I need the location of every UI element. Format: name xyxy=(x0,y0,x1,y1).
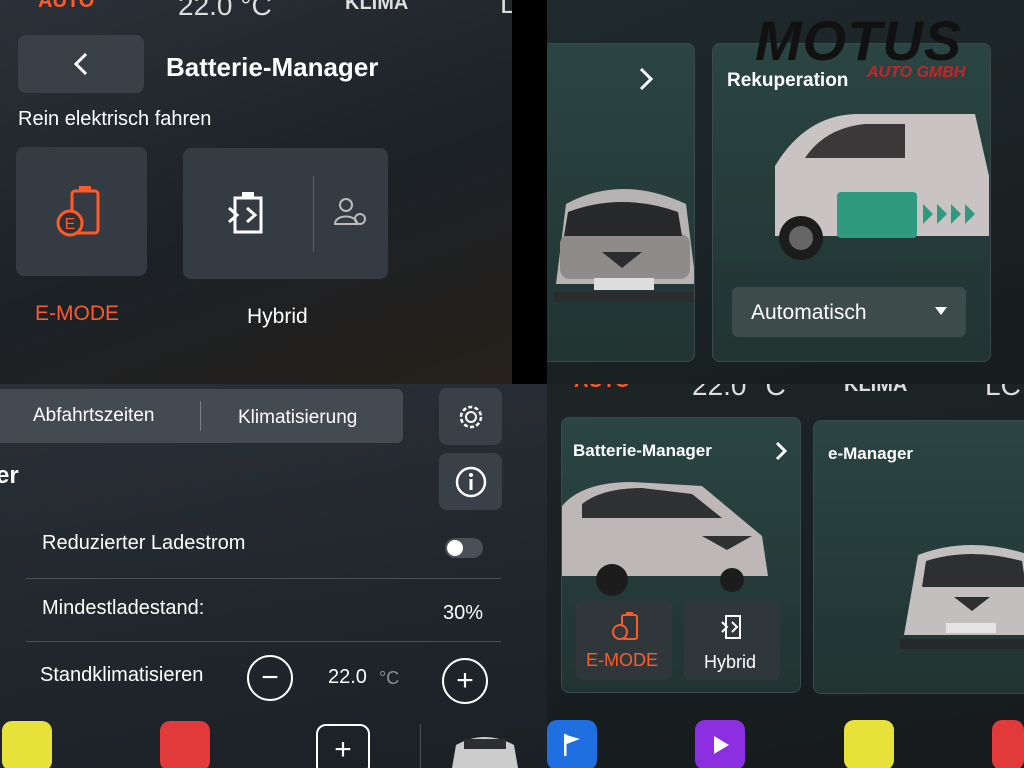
gear-icon xyxy=(459,405,482,428)
hybrid-tile[interactable]: Hybrid xyxy=(684,600,780,680)
e-manager-card[interactable]: e-Manager xyxy=(813,420,1024,694)
section-subtitle: Rein elektrisch fahren xyxy=(18,108,212,130)
e-mode-label: E-MODE xyxy=(586,650,658,670)
e-mode-tile[interactable]: E-MODE xyxy=(576,600,672,680)
hybrid-label: Hybrid xyxy=(704,652,757,672)
info-icon xyxy=(455,466,486,497)
recuperation-dropdown[interactable]: Automatisch xyxy=(732,287,966,337)
plus-icon: + xyxy=(334,733,352,766)
temp-unit: °C xyxy=(379,668,400,688)
card-title: e-Manager xyxy=(828,444,914,463)
climate-auto-label: AUTO xyxy=(574,384,630,393)
reduced-charge-label: Reduzierter Ladestrom xyxy=(42,532,246,554)
min-charge-label: Mindestladestand: xyxy=(42,597,205,619)
e-mode-tile[interactable]: E xyxy=(16,147,147,276)
car-front-image xyxy=(900,545,1024,649)
reduced-charge-toggle[interactable] xyxy=(445,538,483,558)
preclimatisation-label: Standklimatisieren xyxy=(40,664,204,686)
user-settings-icon[interactable] xyxy=(333,196,369,230)
add-shortcut-button[interactable]: + xyxy=(316,724,370,768)
min-charge-value[interactable]: 30% xyxy=(443,602,483,625)
messages-app-icon[interactable] xyxy=(992,720,1024,768)
preclimatisation-value: 22.0 xyxy=(328,666,367,688)
battery-manager-card[interactable]: Batterie-Manager E-MODE Hybrid xyxy=(561,417,801,693)
dropdown-value: Automatisch xyxy=(751,301,867,324)
car-side-image xyxy=(775,114,989,260)
info-button[interactable] xyxy=(439,453,502,510)
tile-divider xyxy=(313,176,314,252)
section-title-partial: er xyxy=(0,462,19,489)
dropdown-arrow-icon xyxy=(935,307,947,315)
recuperation-title: Rekuperation xyxy=(727,70,849,91)
play-icon xyxy=(714,736,729,754)
home-screen: AUTO 22.0 °C KLIMA LC Batterie-Manager E… xyxy=(547,384,1024,768)
recuperation-screen: Rekuperation Automatisch MOTUS AUTO GMBH xyxy=(547,0,1024,384)
tab-bar: Abfahrtszeiten Klimatisierung xyxy=(0,389,403,443)
increase-temp-button[interactable]: + xyxy=(442,658,488,704)
media-app-icon[interactable] xyxy=(695,720,745,768)
recuperation-card[interactable]: Rekuperation Automatisch xyxy=(712,43,991,362)
climate-label[interactable]: KLIMA xyxy=(844,384,907,397)
watermark-sub: AUTO GMBH xyxy=(867,64,966,81)
e-mode-label: E-MODE xyxy=(35,302,119,325)
plus-icon: + xyxy=(456,664,474,697)
settings-button[interactable] xyxy=(439,388,502,445)
navigation-app-icon[interactable] xyxy=(547,720,597,768)
hybrid-tile[interactable] xyxy=(183,148,388,279)
tab-departure-times[interactable]: Abfahrtszeiten xyxy=(33,405,154,427)
chevron-left-icon xyxy=(73,52,88,76)
car-home-icon[interactable] xyxy=(450,729,520,768)
back-button[interactable] xyxy=(18,35,144,93)
phone-app-icon[interactable] xyxy=(844,720,894,768)
flag-icon xyxy=(564,734,580,756)
decrease-temp-button[interactable]: − xyxy=(247,655,293,701)
card-title: Batterie-Manager xyxy=(573,441,712,460)
tab-climatisation[interactable]: Klimatisierung xyxy=(238,407,357,429)
battery-manager-screen: AUTO 22.0 °C KLIMA LC Batterie-Manager R… xyxy=(0,0,512,384)
tab-divider xyxy=(200,401,201,431)
svg-text:E: E xyxy=(65,216,76,233)
car-image xyxy=(562,482,768,596)
chevron-right-icon xyxy=(775,441,788,461)
phone-app-icon[interactable] xyxy=(2,721,52,768)
chevron-right-icon[interactable] xyxy=(638,66,654,92)
left-card[interactable] xyxy=(547,43,695,362)
divider xyxy=(26,578,501,579)
toggle-knob xyxy=(447,540,463,556)
status-right: LC xyxy=(985,384,1021,401)
divider xyxy=(26,641,501,642)
hybrid-label: Hybrid xyxy=(247,305,308,328)
climate-label[interactable]: KLIMA xyxy=(345,0,408,15)
e-mode-battery-icon xyxy=(612,612,638,640)
car-front-image xyxy=(554,189,694,302)
temperature-readout[interactable]: 22.0 °C xyxy=(178,0,272,22)
messages-app-icon[interactable] xyxy=(160,721,210,768)
charging-settings-screen: Abfahrtszeiten Klimatisierung er Reduzie… xyxy=(0,384,547,768)
temperature-readout[interactable]: 22.0 °C xyxy=(692,384,786,402)
climate-auto-label: AUTO xyxy=(38,0,95,12)
status-bar: AUTO 22.0 °C KLIMA LC xyxy=(0,0,512,21)
e-mode-battery-icon: E xyxy=(56,186,100,237)
dock-divider xyxy=(420,724,421,768)
hybrid-icon xyxy=(228,192,263,234)
minus-icon: − xyxy=(261,661,279,694)
page-title: Batterie-Manager xyxy=(166,52,379,82)
status-bar: AUTO 22.0 °C KLIMA LC xyxy=(547,384,1024,402)
status-right: LC xyxy=(500,0,512,19)
hybrid-icon xyxy=(721,615,741,639)
